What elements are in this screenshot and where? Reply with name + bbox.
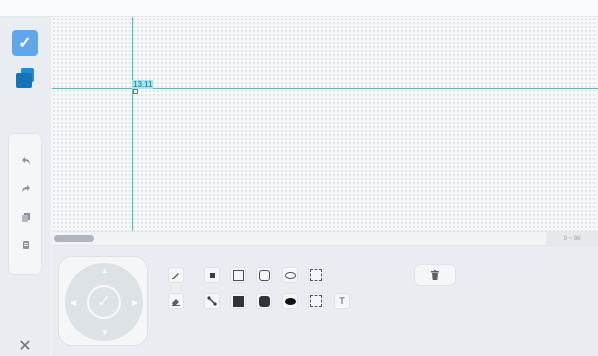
zoom-label: 9 ~ 86 xyxy=(546,232,598,245)
confirm-button[interactable]: ✓ xyxy=(12,30,38,56)
bottom-toolbar: ▲ ▼ ◀ ▶ ✓ T xyxy=(52,246,598,356)
selection-tool-button[interactable] xyxy=(308,267,324,283)
dashed-select-icon xyxy=(310,269,322,281)
document-icon xyxy=(23,241,29,249)
rounded-rect-outline-button[interactable] xyxy=(256,267,272,283)
sidebar: ✓ ✕ xyxy=(0,17,50,356)
center-confirm-button[interactable]: ✓ xyxy=(87,285,121,319)
select-add-tool-button[interactable] xyxy=(308,293,324,309)
dashed-select-add-icon xyxy=(310,295,322,307)
rectangle-filled-button[interactable] xyxy=(230,293,246,309)
eraser-icon xyxy=(172,299,180,306)
arrow-left-icon[interactable]: ◀ xyxy=(70,299,76,307)
rectangle-outline-button[interactable] xyxy=(230,267,246,283)
small-square-tool-button[interactable] xyxy=(204,267,220,283)
notes-button[interactable] xyxy=(17,236,35,254)
drawing-canvas[interactable]: 13.11 xyxy=(52,17,598,231)
selection-handle[interactable] xyxy=(133,89,138,94)
arrow-down-icon[interactable]: ▼ xyxy=(101,329,109,337)
trash-icon xyxy=(431,269,439,280)
rounded-rectangle-filled-icon xyxy=(258,295,270,307)
check-icon: ✓ xyxy=(18,35,32,52)
rounded-rectangle-outline-icon xyxy=(258,269,270,281)
vertical-guide-line xyxy=(132,17,133,231)
eraser-tool-button[interactable] xyxy=(168,293,184,309)
arrow-right-icon[interactable]: ▶ xyxy=(132,299,138,307)
text-tool-button[interactable]: T xyxy=(334,293,350,309)
horizontal-scrollbar[interactable]: 9 ~ 86 xyxy=(52,231,598,246)
layers-button[interactable] xyxy=(12,65,38,91)
close-icon: ✕ xyxy=(18,338,32,355)
rectangle-filled-icon xyxy=(232,295,244,307)
undo-button[interactable] xyxy=(17,152,35,170)
arrow-up-icon[interactable]: ▲ xyxy=(101,267,109,275)
check-icon: ✓ xyxy=(96,292,112,311)
redo-icon xyxy=(22,185,30,193)
ellipse-outline-icon xyxy=(284,271,296,279)
close-button[interactable]: ✕ xyxy=(15,336,35,356)
ellipse-outline-button[interactable] xyxy=(282,267,298,283)
rounded-rect-filled-button[interactable] xyxy=(256,293,272,309)
copy-icon xyxy=(22,213,30,222)
rectangle-outline-icon xyxy=(232,269,244,281)
delete-button[interactable] xyxy=(414,264,456,286)
undo-icon xyxy=(22,157,30,165)
history-tool-panel xyxy=(8,133,42,275)
ellipse-filled-button[interactable] xyxy=(282,293,298,309)
direction-pad[interactable]: ▲ ▼ ◀ ▶ ✓ xyxy=(65,263,143,341)
small-square-icon xyxy=(209,272,215,278)
layers-icon xyxy=(14,67,36,89)
connector-tool-button[interactable] xyxy=(204,293,220,309)
ellipse-filled-icon xyxy=(284,297,296,305)
text-tool-label: T xyxy=(339,296,345,306)
scrollbar-thumb[interactable] xyxy=(54,235,94,242)
pen-icon xyxy=(172,273,179,279)
top-bar xyxy=(0,0,598,17)
coordinate-label: 13.11 xyxy=(132,80,154,89)
joystick-panel: ▲ ▼ ◀ ▶ ✓ xyxy=(58,256,148,346)
pen-tool-button[interactable] xyxy=(168,267,184,283)
redo-button[interactable] xyxy=(17,180,35,198)
copy-button[interactable] xyxy=(17,208,35,226)
connector-icon xyxy=(207,296,217,306)
